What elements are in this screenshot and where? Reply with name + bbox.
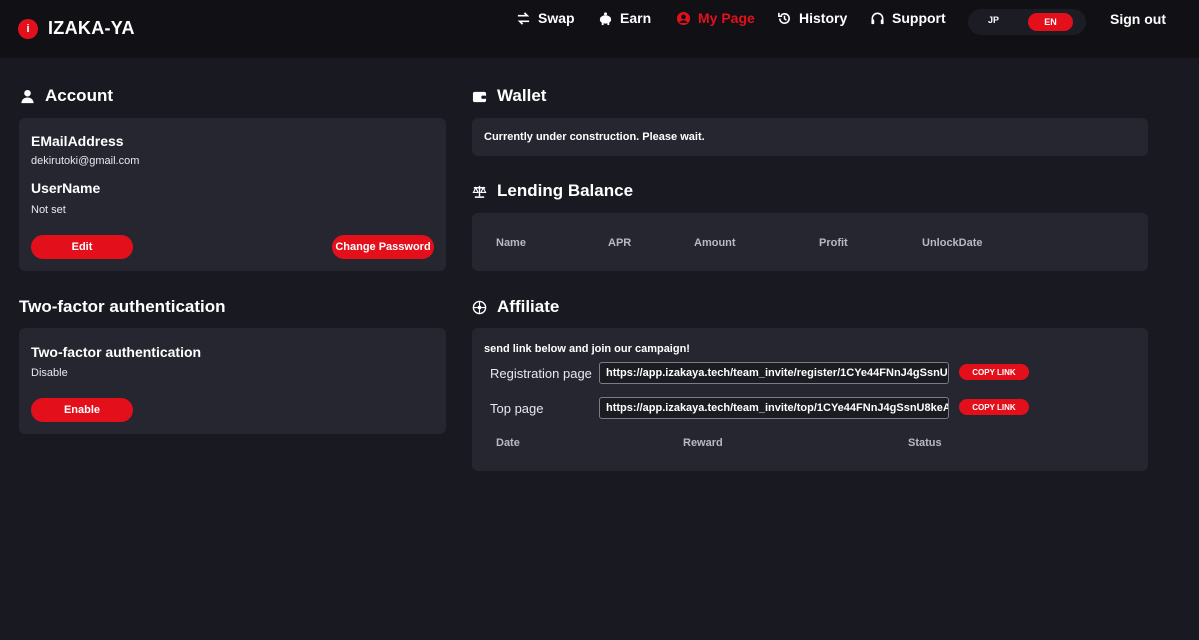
brand[interactable]: i IZAKA-YA <box>18 18 135 39</box>
wallet-heading: Wallet <box>472 86 546 106</box>
nav-earn-label: Earn <box>620 10 652 26</box>
nav-history-label: History <box>799 10 848 26</box>
nav-swap-label: Swap <box>538 10 575 26</box>
lending-col-name: Name <box>496 237 526 249</box>
edit-button[interactable]: Edit <box>31 235 133 259</box>
account-title: Account <box>45 86 113 105</box>
lang-en-option[interactable]: EN <box>1028 13 1073 31</box>
nav-my-page[interactable]: My Page <box>676 10 755 26</box>
change-password-button[interactable]: Change Password <box>332 235 434 259</box>
lending-table: Name APR Amount Profit UnlockDate <box>472 213 1148 271</box>
wallet-card: Currently under construction. Please wai… <box>472 118 1148 156</box>
affiliate-col-date: Date <box>496 437 520 449</box>
username-label: UserName <box>31 180 101 196</box>
two-factor-label: Two-factor authentication <box>31 344 202 360</box>
top-navbar: i IZAKA-YA Swap Earn My Page History Sup… <box>0 0 1199 58</box>
account-heading: Account <box>20 86 113 106</box>
affiliate-intro: send link below and join our campaign! <box>484 343 690 355</box>
registration-link-field[interactable]: https://app.izakaya.tech/team_invite/reg… <box>599 362 949 384</box>
user-circle-icon <box>676 11 691 25</box>
wallet-message: Currently under construction. Please wai… <box>484 131 705 143</box>
email-value: dekirutoki@gmail.com <box>31 155 140 167</box>
top-page-link-label: Top page <box>490 401 544 416</box>
lending-col-amount: Amount <box>694 237 736 249</box>
affiliate-heading: Affiliate <box>472 297 559 317</box>
nav-my-page-label: My Page <box>698 10 755 26</box>
two-factor-heading: Two-factor authentication <box>19 297 226 317</box>
nav-earn[interactable]: Earn <box>598 10 651 26</box>
piggy-bank-icon <box>599 11 612 25</box>
wallet-icon <box>472 91 487 102</box>
lending-col-apr: APR <box>608 237 632 249</box>
scale-balance-icon <box>472 185 487 198</box>
sign-out-link[interactable]: Sign out <box>1110 11 1166 27</box>
email-label: EMailAddress <box>31 133 124 149</box>
affiliate-col-reward: Reward <box>683 437 723 449</box>
lending-col-unlockdate: UnlockDate <box>922 237 983 249</box>
nav-support[interactable]: Support <box>870 10 946 26</box>
nav-support-label: Support <box>892 10 946 26</box>
copy-registration-link-button[interactable]: COPY LINK <box>959 364 1029 380</box>
lending-col-profit: Profit <box>819 237 848 249</box>
enable-2fa-button[interactable]: Enable <box>31 398 133 422</box>
registration-link-label: Registration page <box>490 366 592 381</box>
affiliate-col-status: Status <box>908 437 942 449</box>
brand-name: IZAKA-YA <box>48 18 135 38</box>
swap-icon <box>517 11 530 25</box>
user-icon <box>21 89 34 103</box>
history-icon <box>778 12 790 24</box>
lending-title: Lending Balance <box>497 181 634 200</box>
account-card: EMailAddress dekirutoki@gmail.com UserNa… <box>19 118 446 271</box>
username-value: Not set <box>31 204 66 216</box>
nav-swap[interactable]: Swap <box>516 10 575 26</box>
nav-history[interactable]: History <box>777 10 847 26</box>
lending-heading: Lending Balance <box>472 181 633 201</box>
headset-icon <box>871 12 884 24</box>
copy-top-page-link-button[interactable]: COPY LINK <box>959 399 1029 415</box>
izakaya-logo-icon: i <box>18 18 38 39</box>
affiliate-card: send link below and join our campaign! R… <box>472 328 1148 471</box>
two-factor-status: Disable <box>31 367 68 379</box>
affiliate-network-icon <box>472 300 487 314</box>
two-factor-card: Two-factor authentication Disable Enable <box>19 328 446 434</box>
language-switch[interactable]: JP EN <box>968 9 1086 35</box>
wallet-title: Wallet <box>497 86 547 105</box>
top-page-link-field[interactable]: https://app.izakaya.tech/team_invite/top… <box>599 397 949 419</box>
affiliate-title: Affiliate <box>497 297 560 316</box>
lang-jp-option[interactable]: JP <box>988 15 999 25</box>
two-factor-title: Two-factor authentication <box>19 297 226 316</box>
